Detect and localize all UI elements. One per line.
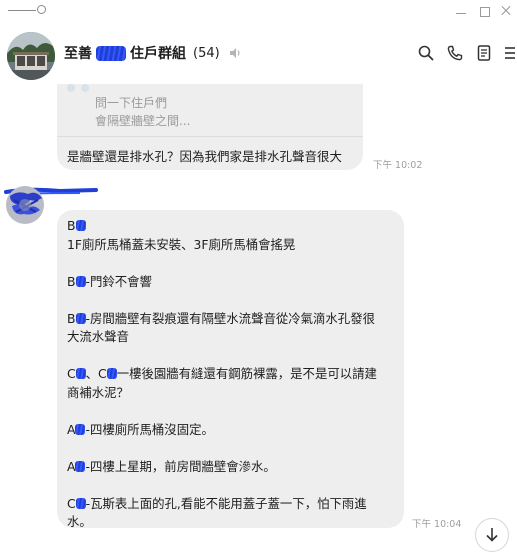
message-bubble[interactable]: 問一下住戶們 會隔壁牆壁之間... 是牆壁還是排水孔？因為我們家是排水孔聲音很大 bbox=[57, 84, 363, 170]
message-line bbox=[67, 291, 399, 310]
search-icon[interactable] bbox=[417, 44, 435, 62]
redaction-mark bbox=[75, 497, 86, 509]
chat-title-suffix: 住戶群組 bbox=[130, 46, 186, 62]
pin-track bbox=[8, 10, 36, 11]
reply-text-line: 會隔壁牆壁之間... bbox=[95, 114, 191, 128]
sender-avatar-image bbox=[6, 186, 44, 224]
redaction-mark bbox=[75, 312, 86, 324]
message-line: B -房間牆壁有裂痕還有隔壁水流聲音從冷氣滴水孔發很 bbox=[67, 310, 375, 326]
window-titlebar bbox=[0, 0, 517, 22]
close-icon[interactable] bbox=[498, 3, 514, 19]
message-time: 下午 10:04 bbox=[412, 519, 462, 530]
redaction-mark bbox=[75, 275, 86, 287]
message-line: 水。 bbox=[67, 514, 92, 529]
message-line: C 、C 一樓後園牆有縫還有鋼筋裸露，是不是可以請建 bbox=[67, 366, 377, 381]
pin-icon[interactable] bbox=[37, 5, 46, 14]
more-icon[interactable] bbox=[503, 44, 515, 62]
notes-icon[interactable] bbox=[475, 44, 493, 62]
message-line: A -四樓廁所馬桶沒固定。 bbox=[67, 421, 214, 437]
chat-area[interactable]: 問一下住戶們 會隔壁牆壁之間... 是牆壁還是排水孔？因為我們家是排水孔聲音很大… bbox=[0, 84, 517, 552]
message-time: 下午 10:02 bbox=[373, 160, 423, 171]
message-line bbox=[67, 439, 399, 458]
message-line: 商補水泥？ bbox=[67, 384, 129, 400]
chat-title[interactable]: 至善 住戶群組 (54) bbox=[64, 43, 242, 63]
message-line: A -四樓上星期，前房間牆壁會滲水。 bbox=[67, 458, 276, 474]
group-avatar[interactable] bbox=[7, 32, 55, 80]
group-avatar-image bbox=[7, 32, 55, 80]
redaction-mark bbox=[75, 460, 86, 472]
message-line: C -瓦斯表上面的孔,看能不能用蓋子蓋一下，怕下雨進 bbox=[67, 495, 367, 511]
scroll-to-bottom-button[interactable] bbox=[475, 518, 509, 552]
message-line: B bbox=[67, 217, 399, 236]
message-text: 是牆壁還是排水孔？因為我們家是排水孔聲音很大 bbox=[67, 149, 343, 164]
sender-avatar[interactable] bbox=[6, 186, 44, 224]
message-line bbox=[67, 254, 399, 273]
redaction-mark bbox=[75, 220, 86, 231]
reply-preview[interactable]: 問一下住戶們 會隔壁牆壁之間... bbox=[57, 84, 363, 137]
chat-header: 至善 住戶群組 (54) bbox=[0, 22, 517, 84]
message-text: B 1F廁所馬桶蓋未安裝、3F廁所馬桶會搖晃 B -門鈴不會響 B -房間牆壁有裂痕… bbox=[67, 217, 399, 532]
chat-title-prefix: 至善 bbox=[64, 46, 92, 62]
redaction-mark bbox=[75, 368, 86, 379]
phone-icon[interactable] bbox=[446, 44, 464, 62]
message-line: B -門鈴不會響 bbox=[67, 273, 152, 289]
reply-text-line: 問一下住戶們 bbox=[95, 96, 168, 110]
message-line bbox=[67, 476, 399, 495]
redaction-mark bbox=[75, 423, 86, 435]
message-line bbox=[67, 347, 399, 366]
redaction-mark bbox=[96, 45, 126, 61]
message-bubble[interactable]: B 1F廁所馬桶蓋未安裝、3F廁所馬桶會搖晃 B -門鈴不會響 B -房間牆壁有裂痕… bbox=[57, 210, 404, 529]
reply-avatar bbox=[67, 84, 89, 92]
arrow-down-icon bbox=[486, 528, 498, 542]
member-count: (54) bbox=[193, 45, 220, 61]
message-line bbox=[67, 402, 399, 421]
speaker-icon bbox=[229, 48, 240, 58]
redaction-mark bbox=[106, 368, 117, 379]
message-line: 大流水聲音 bbox=[67, 329, 129, 344]
minimize-icon[interactable] bbox=[453, 3, 469, 19]
maximize-icon[interactable] bbox=[476, 3, 492, 19]
message-line: 1F廁所馬桶蓋未安裝、3F廁所馬桶會搖晃 bbox=[67, 236, 296, 252]
